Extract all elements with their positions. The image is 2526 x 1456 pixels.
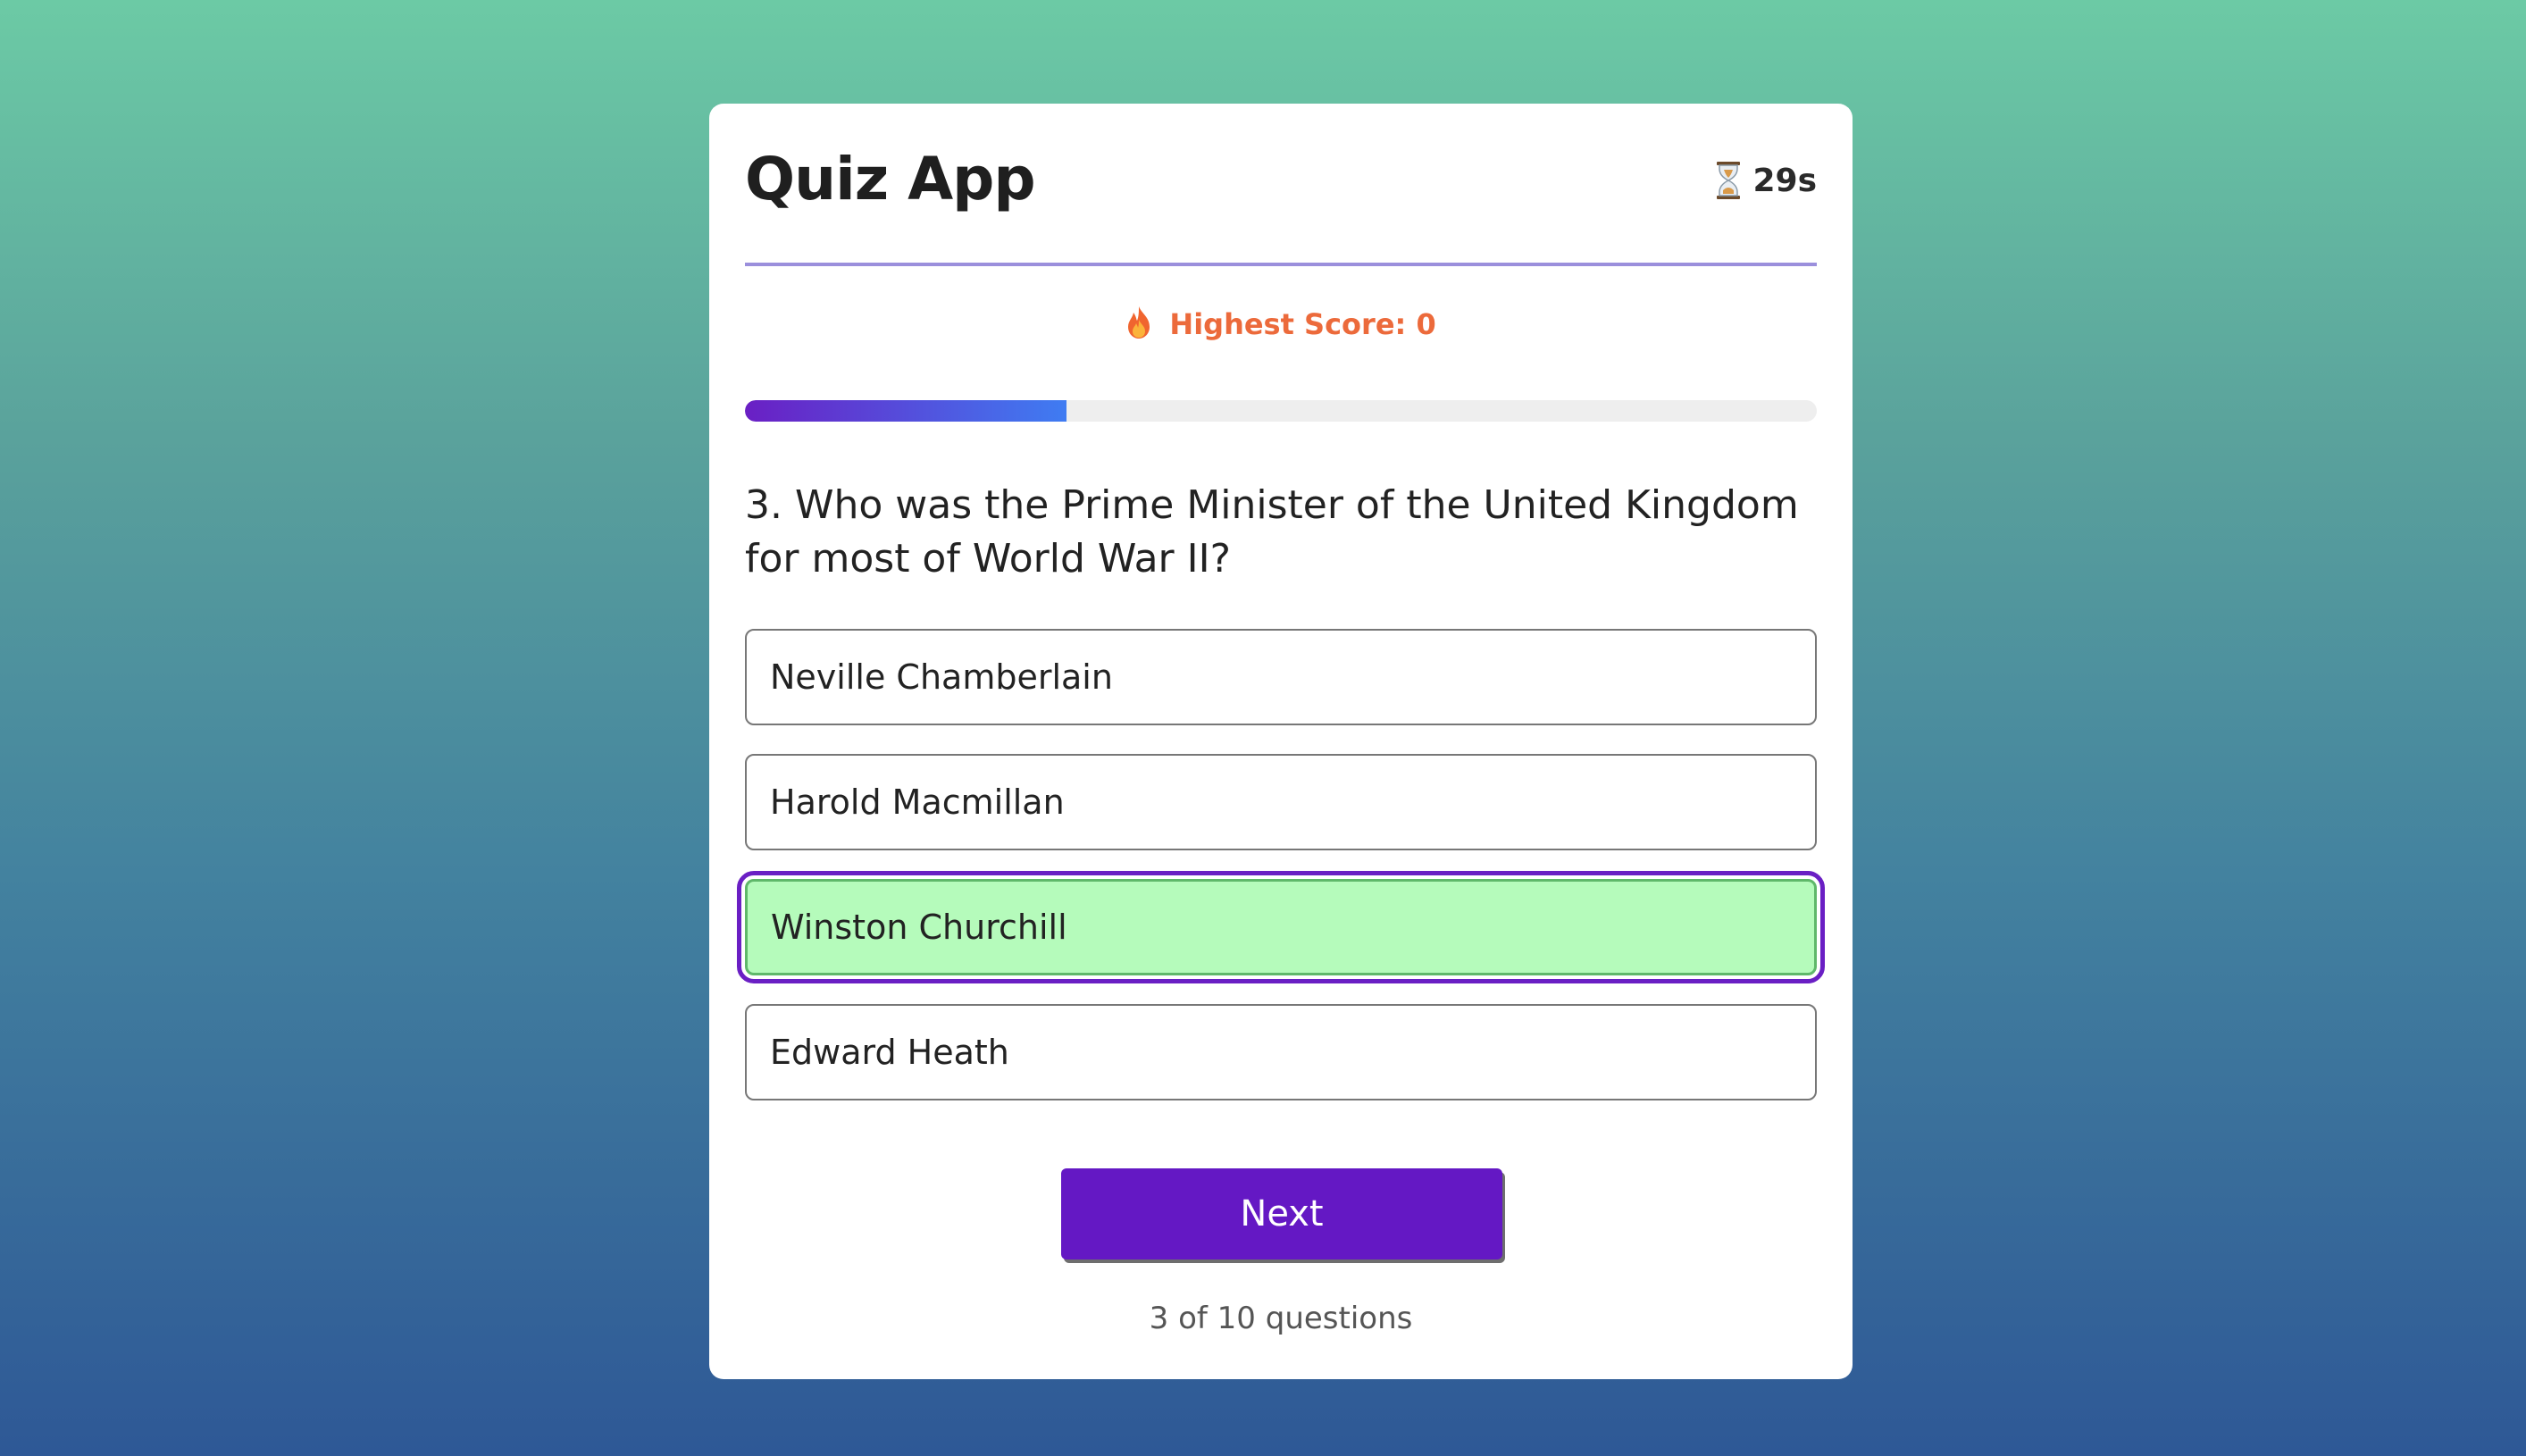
option-winston-churchill[interactable]: Winston Churchill [737, 871, 1825, 983]
app-title: Quiz App [745, 145, 1036, 213]
quiz-header: Quiz App 29s [745, 104, 1817, 266]
progress-bar [745, 400, 1817, 422]
next-button[interactable]: Next [1061, 1168, 1502, 1259]
highest-score: Highest Score: 0 [709, 305, 1853, 341]
progress-fill [745, 400, 1066, 422]
option-edward-heath[interactable]: Edward Heath [745, 1004, 1817, 1100]
timer-value: 29s [1752, 162, 1817, 199]
question-count: 3 of 10 questions [1149, 1301, 1413, 1336]
quiz-card: Quiz App 29s Highest Score: 0 3. Who was… [709, 104, 1853, 1379]
fire-icon [1125, 305, 1152, 339]
hourglass-icon [1715, 161, 1742, 200]
option-neville-chamberlain[interactable]: Neville Chamberlain [745, 629, 1817, 725]
option-harold-macmillan[interactable]: Harold Macmillan [745, 754, 1817, 850]
timer: 29s [1715, 161, 1817, 200]
question-text: 3. Who was the Prime Minister of the Uni… [745, 482, 1799, 582]
highest-score-text: Highest Score: 0 [1169, 307, 1436, 341]
